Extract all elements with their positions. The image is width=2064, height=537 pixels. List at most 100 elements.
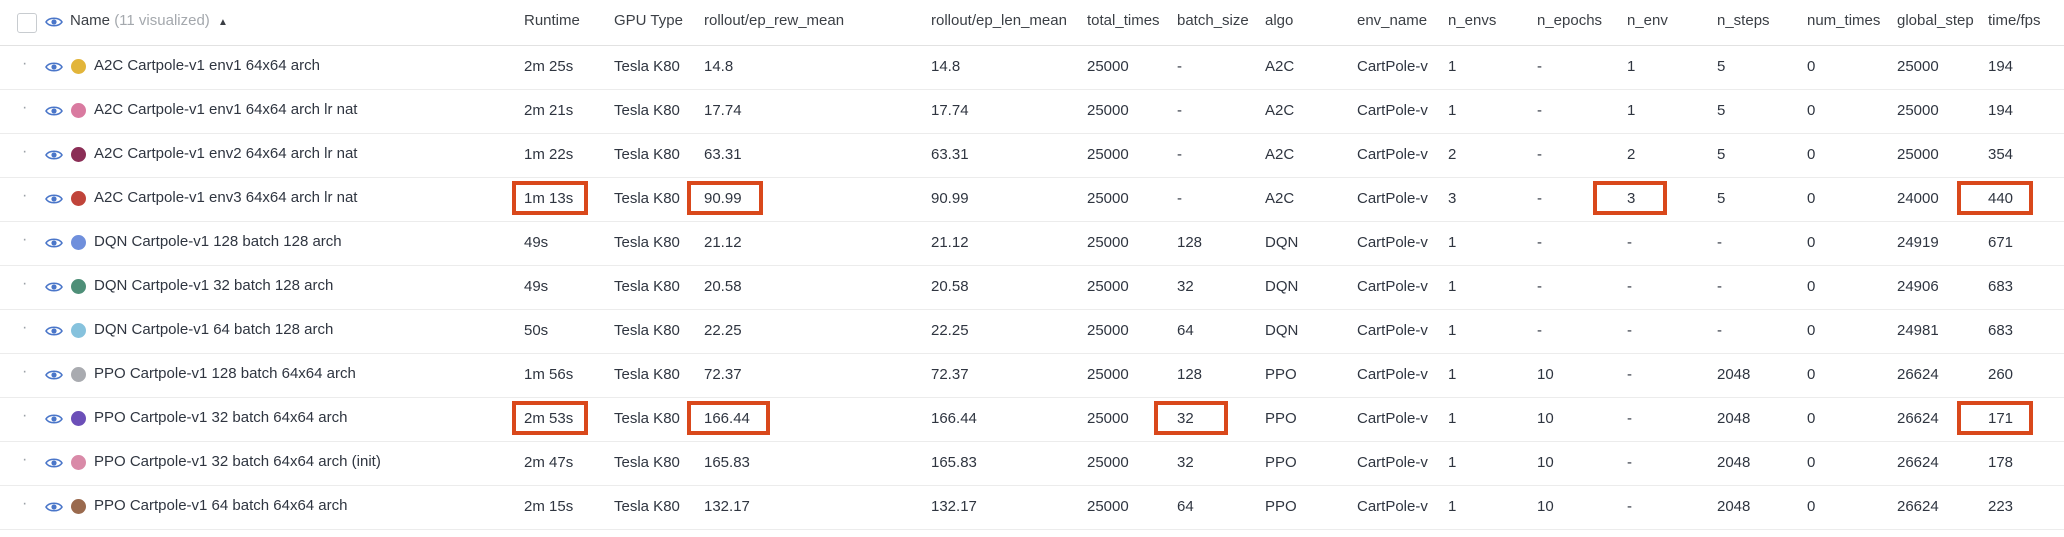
- column-header-n-epochs[interactable]: n_epochs: [1537, 12, 1602, 29]
- eye-icon[interactable]: [45, 16, 63, 28]
- drag-handle-icon[interactable]: ·: [22, 319, 27, 337]
- cell-n-steps: 5: [1717, 146, 1726, 163]
- eye-icon[interactable]: [45, 237, 63, 249]
- drag-handle-icon[interactable]: ·: [22, 143, 27, 161]
- cell-total-times: 25000: [1087, 454, 1129, 471]
- run-color-dot[interactable]: [71, 455, 86, 470]
- drag-handle-icon[interactable]: ·: [22, 231, 27, 249]
- table-row[interactable]: · DQN Cartpole-v1 64 batch 128 arch 50s Tes…: [0, 309, 2064, 354]
- eye-icon[interactable]: [45, 369, 63, 381]
- run-color-dot[interactable]: [71, 367, 86, 382]
- cell-ep-rew-mean: 20.58: [704, 278, 742, 295]
- table-row[interactable]: · A2C Cartpole-v1 env3 64x64 arch lr nat 1…: [0, 177, 2064, 222]
- run-color-dot[interactable]: [71, 59, 86, 74]
- cell-env-name: CartPole-v: [1357, 366, 1428, 383]
- run-name[interactable]: PPO Cartpole-v1 128 batch 64x64 arch: [94, 365, 356, 382]
- cell-n-envs: 1: [1448, 322, 1457, 339]
- eye-icon[interactable]: [45, 105, 63, 117]
- eye-icon[interactable]: [45, 149, 63, 161]
- run-color-dot[interactable]: [71, 235, 86, 250]
- run-name[interactable]: A2C Cartpole-v1 env3 64x64 arch lr nat: [94, 189, 357, 206]
- cell-n-steps: 5: [1717, 190, 1726, 207]
- drag-handle-icon[interactable]: ·: [22, 275, 27, 293]
- cell-n-epochs: -: [1537, 190, 1542, 207]
- run-color-dot[interactable]: [71, 411, 86, 426]
- cell-n-env: -: [1627, 366, 1632, 383]
- column-header-n-steps[interactable]: n_steps: [1717, 12, 1770, 29]
- cell-runtime: 49s: [524, 278, 549, 295]
- cell-algo: A2C: [1265, 146, 1295, 163]
- cell-batch-size: -: [1177, 146, 1182, 163]
- run-name[interactable]: A2C Cartpole-v1 env1 64x64 arch lr nat: [94, 101, 357, 118]
- cell-runtime: 2m 15s: [524, 498, 574, 515]
- run-name[interactable]: DQN Cartpole-v1 64 batch 128 arch: [94, 321, 333, 338]
- drag-handle-icon[interactable]: ·: [22, 407, 27, 425]
- cell-n-epochs: 10: [1537, 454, 1554, 471]
- cell-algo: DQN: [1265, 234, 1299, 251]
- eye-icon[interactable]: [45, 501, 63, 513]
- sort-asc-icon[interactable]: ▲: [218, 17, 228, 28]
- cell-total-times: 25000: [1087, 102, 1129, 119]
- table-row[interactable]: · PPO Cartpole-v1 32 batch 64x64 arch (in…: [0, 441, 2064, 486]
- cell-ep-rew-mean: 17.74: [704, 102, 742, 119]
- column-header-n-env[interactable]: n_env: [1627, 12, 1668, 29]
- select-all-checkbox[interactable]: [17, 12, 37, 33]
- column-header-global-step[interactable]: global_step: [1897, 12, 1974, 29]
- cell-n-steps: 2048: [1717, 498, 1751, 515]
- column-header-n-envs[interactable]: n_envs: [1448, 12, 1496, 29]
- run-color-dot[interactable]: [71, 147, 86, 162]
- eye-icon[interactable]: [45, 413, 63, 425]
- column-header-num-times[interactable]: num_times: [1807, 12, 1880, 29]
- table-row[interactable]: · A2C Cartpole-v1 env1 64x64 arch lr nat 2…: [0, 89, 2064, 134]
- cell-global-step: 26624: [1897, 410, 1939, 427]
- run-color-dot[interactable]: [71, 191, 86, 206]
- eye-icon[interactable]: [45, 61, 63, 73]
- column-header-gpu-type[interactable]: GPU Type: [614, 12, 683, 29]
- table-row[interactable]: · A2C Cartpole-v1 env2 64x64 arch lr nat 1…: [0, 133, 2064, 178]
- eye-icon[interactable]: [45, 193, 63, 205]
- run-color-dot[interactable]: [71, 279, 86, 294]
- cell-algo: PPO: [1265, 410, 1297, 427]
- table-row[interactable]: · PPO Cartpole-v1 128 batch 64x64 arch 1m …: [0, 353, 2064, 398]
- drag-handle-icon[interactable]: ·: [22, 187, 27, 205]
- eye-icon[interactable]: [45, 325, 63, 337]
- column-header-total-times[interactable]: total_times: [1087, 12, 1160, 29]
- column-header-time-fps[interactable]: time/fps: [1988, 12, 2041, 29]
- run-name[interactable]: A2C Cartpole-v1 env1 64x64 arch: [94, 57, 320, 74]
- run-name[interactable]: PPO Cartpole-v1 32 batch 64x64 arch (ini…: [94, 453, 381, 470]
- column-header-ep-rew-mean[interactable]: rollout/ep_rew_mean: [704, 12, 844, 29]
- eye-icon[interactable]: [45, 457, 63, 469]
- column-header-batch-size[interactable]: batch_size: [1177, 12, 1249, 29]
- cell-algo: PPO: [1265, 454, 1297, 471]
- table-row[interactable]: · A2C Cartpole-v1 env1 64x64 arch 2m 25s Te…: [0, 45, 2064, 90]
- run-color-dot[interactable]: [71, 103, 86, 118]
- run-name[interactable]: DQN Cartpole-v1 32 batch 128 arch: [94, 277, 333, 294]
- column-header-algo[interactable]: algo: [1265, 12, 1293, 29]
- run-name[interactable]: DQN Cartpole-v1 128 batch 128 arch: [94, 233, 342, 250]
- table-row[interactable]: · PPO Cartpole-v1 32 batch 64x64 arch 2m 5…: [0, 397, 2064, 442]
- cell-ep-len-mean: 14.8: [931, 58, 961, 75]
- run-name[interactable]: PPO Cartpole-v1 64 batch 64x64 arch: [94, 497, 347, 514]
- name-column-header[interactable]: Name (11 visualized) ▲: [70, 12, 228, 29]
- column-header-runtime[interactable]: Runtime: [524, 12, 580, 29]
- drag-handle-icon[interactable]: ·: [22, 99, 27, 117]
- cell-gpu-type: Tesla K80: [614, 58, 680, 75]
- drag-handle-icon[interactable]: ·: [22, 363, 27, 381]
- cell-algo: PPO: [1265, 498, 1297, 515]
- cell-gpu-type: Tesla K80: [614, 322, 680, 339]
- run-name[interactable]: A2C Cartpole-v1 env2 64x64 arch lr nat: [94, 145, 357, 162]
- cell-gpu-type: Tesla K80: [614, 366, 680, 383]
- eye-icon[interactable]: [45, 281, 63, 293]
- table-row[interactable]: · DQN Cartpole-v1 128 batch 128 arch 49s Te…: [0, 221, 2064, 266]
- column-header-env-name[interactable]: env_name: [1357, 12, 1427, 29]
- cell-n-envs: 1: [1448, 278, 1457, 295]
- table-row[interactable]: · PPO Cartpole-v1 64 batch 64x64 arch 2m 1…: [0, 485, 2064, 530]
- run-color-dot[interactable]: [71, 499, 86, 514]
- run-color-dot[interactable]: [71, 323, 86, 338]
- drag-handle-icon[interactable]: ·: [22, 451, 27, 469]
- drag-handle-icon[interactable]: ·: [22, 55, 27, 73]
- run-name[interactable]: PPO Cartpole-v1 32 batch 64x64 arch: [94, 409, 347, 426]
- drag-handle-icon[interactable]: ·: [22, 495, 27, 513]
- column-header-ep-len-mean[interactable]: rollout/ep_len_mean: [931, 12, 1067, 29]
- table-row[interactable]: · DQN Cartpole-v1 32 batch 128 arch 49s Tes…: [0, 265, 2064, 310]
